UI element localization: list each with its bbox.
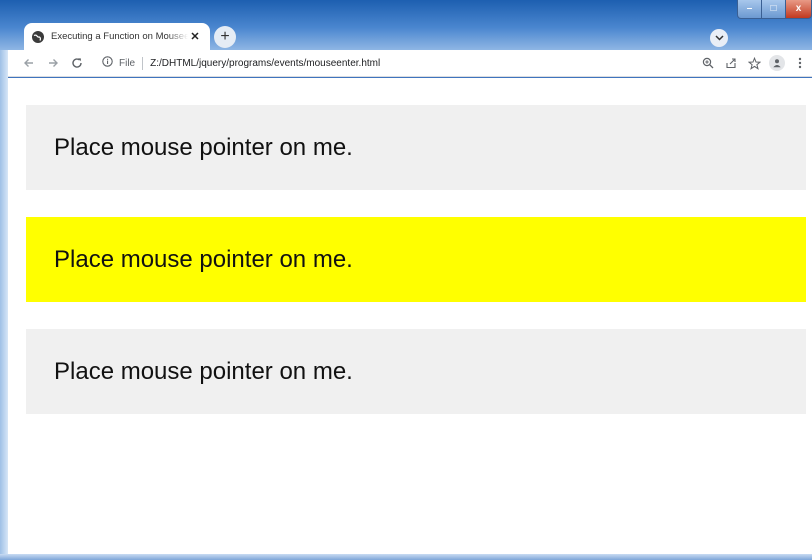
toolbar-actions	[700, 53, 808, 73]
back-button[interactable]	[18, 52, 40, 74]
close-icon: x	[795, 3, 802, 14]
forward-button[interactable]	[42, 52, 64, 74]
browser-tab[interactable]: Executing a Function on Mouseenter ✕	[24, 23, 210, 50]
reload-icon	[72, 58, 82, 68]
browser-toolbar: File Z:/DHTML/jquery/programs/events/mou…	[8, 50, 812, 77]
info-icon[interactable]	[102, 54, 113, 72]
tab-close-icon[interactable]: ✕	[188, 30, 202, 43]
window-border-bottom	[0, 554, 812, 560]
close-window-button[interactable]: x	[785, 0, 812, 19]
hover-box-3[interactable]: Place mouse pointer on me.	[26, 329, 806, 414]
forward-icon	[49, 59, 58, 67]
new-tab-button[interactable]: +	[214, 26, 236, 48]
page-viewport: Place mouse pointer on me. Place mouse p…	[8, 78, 812, 554]
back-icon	[24, 59, 33, 67]
address-separator	[142, 56, 144, 70]
url-text[interactable]: Z:/DHTML/jquery/programs/events/mouseent…	[150, 58, 380, 69]
hover-box-2[interactable]: Place mouse pointer on me.	[26, 217, 806, 302]
share-icon[interactable]	[723, 55, 739, 71]
zoom-icon[interactable]	[700, 55, 716, 71]
scheme-label: File	[119, 57, 136, 69]
globe-icon	[32, 30, 44, 43]
menu-icon[interactable]	[792, 55, 808, 71]
window-border-left	[0, 50, 8, 560]
profile-icon[interactable]	[769, 55, 785, 71]
tab-search-icon[interactable]	[710, 29, 728, 47]
maximize-icon: □	[770, 3, 777, 14]
address-bar[interactable]: File Z:/DHTML/jquery/programs/events/mou…	[94, 52, 802, 74]
hover-box-1[interactable]: Place mouse pointer on me.	[26, 105, 806, 190]
minimize-button[interactable]: –	[737, 0, 762, 19]
tab-title: Executing a Function on Mouseenter	[51, 31, 188, 42]
star-icon[interactable]	[746, 55, 762, 71]
reload-button[interactable]	[66, 52, 88, 74]
minimize-icon: –	[746, 3, 753, 14]
tab-strip: Executing a Function on Mouseenter ✕ + –…	[0, 0, 812, 50]
maximize-button[interactable]: □	[761, 0, 786, 19]
